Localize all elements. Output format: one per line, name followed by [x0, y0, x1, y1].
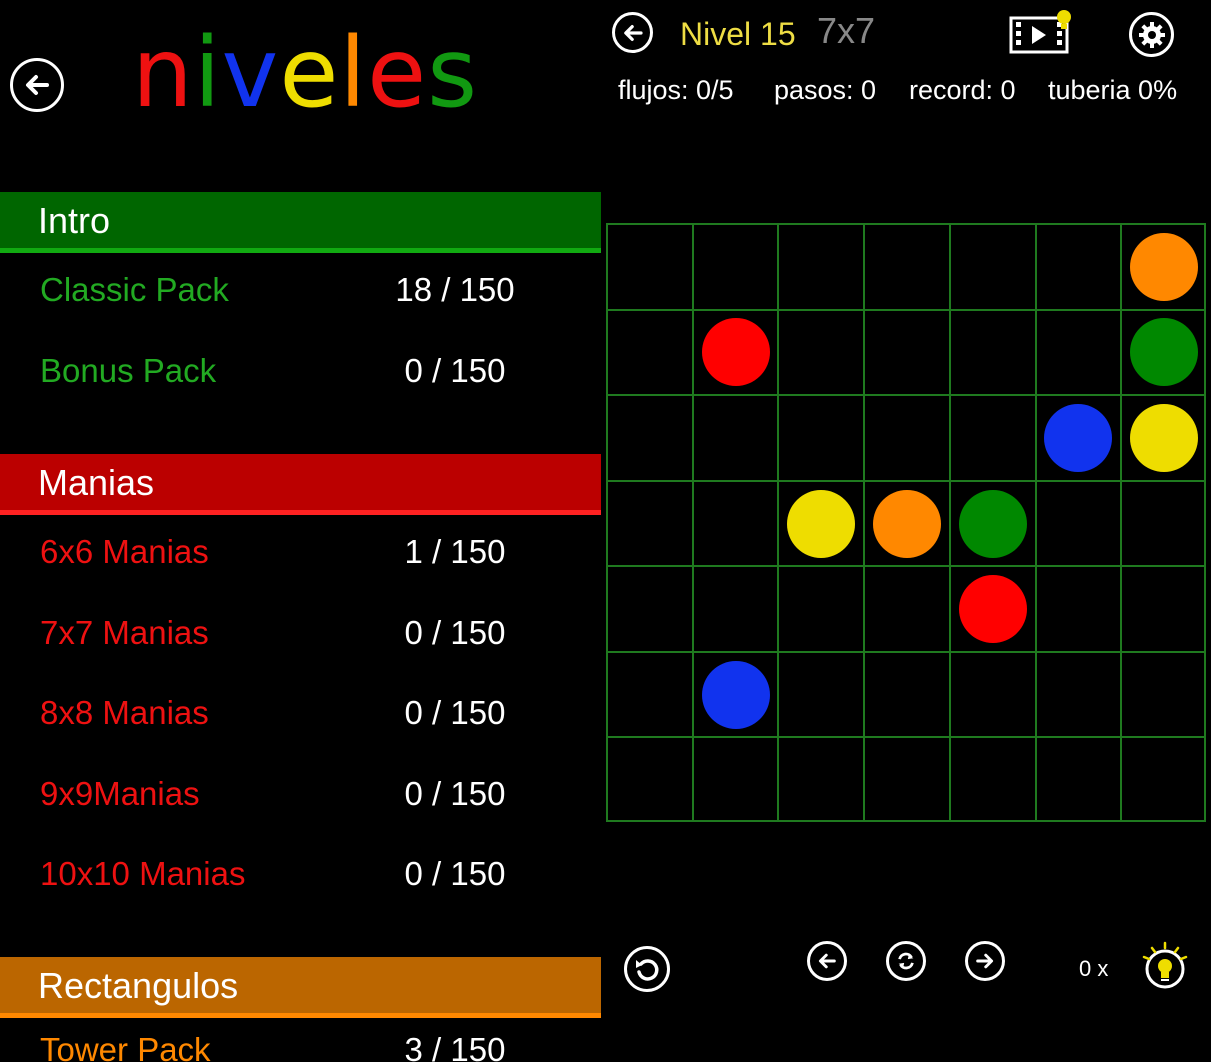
pack-name: Tower Pack	[40, 1031, 211, 1062]
hint-button[interactable]	[1140, 940, 1190, 992]
gear-icon	[1138, 21, 1165, 48]
grid-line	[1204, 223, 1206, 822]
flows-stat: flujos: 0/5	[618, 75, 734, 105]
flow-dot[interactable]	[702, 318, 770, 386]
grid-line	[606, 651, 1206, 653]
pack-row[interactable]: Bonus Pack 0 / 150	[0, 331, 601, 411]
levels-panel: niveles Intro Classic Pack 18 / 150 Bonus P…	[0, 0, 602, 1062]
pack-name: Bonus Pack	[40, 351, 217, 389]
section-header: Intro	[0, 192, 601, 253]
game-panel: Nivel 15 7x7 flujos: 0/5 pasos: 0 record…	[602, 0, 1211, 1062]
game-board[interactable]	[606, 223, 1206, 822]
flow-dot[interactable]	[959, 490, 1027, 558]
section-header: Manias	[0, 454, 601, 515]
restart-icon	[898, 952, 914, 970]
pack-progress: 0 / 150	[404, 351, 506, 389]
title-letter: v	[221, 17, 280, 129]
pack-row[interactable]: 9x9Manias 0 / 150	[0, 754, 601, 834]
video-hint-icon	[1009, 10, 1071, 54]
section-label: Rectangulos	[38, 965, 239, 1006]
pack-progress: 0 / 150	[404, 613, 506, 651]
next-level-button[interactable]	[965, 941, 1005, 981]
pack-name: 7x7 Manias	[40, 613, 209, 651]
grid-line	[606, 223, 1206, 225]
pipe-stat: tuberia 0%	[1048, 75, 1178, 105]
pack-row[interactable]: 7x7 Manias 0 / 150	[0, 593, 601, 673]
grid-line	[606, 309, 1206, 311]
grid-line	[863, 223, 865, 822]
pack-name: 6x6 Manias	[40, 533, 209, 570]
pack-row[interactable]: Classic Pack 18 / 150	[0, 250, 601, 330]
grid-line	[1035, 223, 1037, 822]
grid-line	[606, 736, 1206, 738]
record-stat: record: 0	[909, 75, 1016, 105]
section-label: Intro	[38, 200, 111, 241]
flow-dot[interactable]	[1130, 233, 1198, 301]
lightbulb-icon	[1142, 941, 1188, 989]
flow-dot[interactable]	[1130, 404, 1198, 472]
pack-progress: 3 / 150	[404, 1031, 506, 1062]
grid-line	[606, 820, 1206, 822]
video-hint-button[interactable]	[1008, 8, 1074, 56]
hint-count: 0 x	[1079, 956, 1109, 981]
levels-title: niveles	[132, 18, 478, 128]
flow-dot[interactable]	[873, 490, 941, 558]
pack-progress: 0 / 150	[404, 774, 506, 812]
grid-line	[777, 223, 779, 822]
pack-name: Classic Pack	[40, 271, 229, 308]
title-letter: e	[367, 17, 428, 129]
grid-line	[606, 480, 1206, 482]
prev-level-button[interactable]	[807, 941, 847, 981]
grid-line	[949, 223, 951, 822]
pack-progress: 1 / 150	[404, 533, 506, 570]
title-letter: i	[193, 17, 222, 129]
grid-line	[692, 223, 694, 822]
restart-button[interactable]	[886, 941, 926, 981]
pack-row[interactable]: Tower Pack 3 / 150	[0, 1010, 601, 1062]
pack-name: 8x8 Manias	[40, 694, 209, 732]
back-arrow-icon	[623, 24, 643, 41]
settings-button[interactable]	[1129, 12, 1174, 57]
pack-name: 10x10 Manias	[40, 855, 246, 893]
board-size-label: 7x7	[817, 10, 876, 51]
title-letter: e	[279, 17, 340, 129]
pack-row[interactable]: 8x8 Manias 0 / 150	[0, 673, 601, 753]
pack-progress: 18 / 150	[395, 271, 515, 308]
title-letter: s	[427, 17, 479, 129]
moves-stat: pasos: 0	[774, 75, 877, 105]
pack-progress: 0 / 150	[404, 855, 506, 893]
pack-row[interactable]: 6x6 Manias 1 / 150	[0, 512, 601, 592]
grid-line	[606, 565, 1206, 567]
pack-progress: 0 / 150	[404, 694, 506, 732]
flow-dot[interactable]	[702, 661, 770, 729]
section-label: Manias	[38, 462, 155, 503]
flow-dot[interactable]	[1044, 404, 1112, 472]
undo-button[interactable]	[624, 946, 670, 992]
next-level-icon	[976, 953, 994, 969]
grid-line	[606, 223, 608, 822]
flow-dot[interactable]	[1130, 318, 1198, 386]
title-letter: l	[339, 17, 368, 129]
pack-row[interactable]: 10x10 Manias 0 / 150	[0, 834, 601, 914]
undo-icon	[636, 959, 659, 981]
flow-dot[interactable]	[787, 490, 855, 558]
back-arrow-icon	[26, 75, 49, 95]
levels-back-button[interactable]	[10, 58, 64, 112]
game-back-button[interactable]	[612, 12, 653, 53]
pack-name: 9x9Manias	[40, 774, 200, 812]
flow-dot[interactable]	[959, 575, 1027, 643]
grid-line	[1120, 223, 1122, 822]
level-label: Nivel 15	[680, 16, 796, 52]
section-header: Rectangulos	[0, 957, 601, 1018]
title-letter: n	[132, 17, 194, 129]
prev-level-icon	[818, 953, 836, 969]
grid-line	[606, 394, 1206, 396]
